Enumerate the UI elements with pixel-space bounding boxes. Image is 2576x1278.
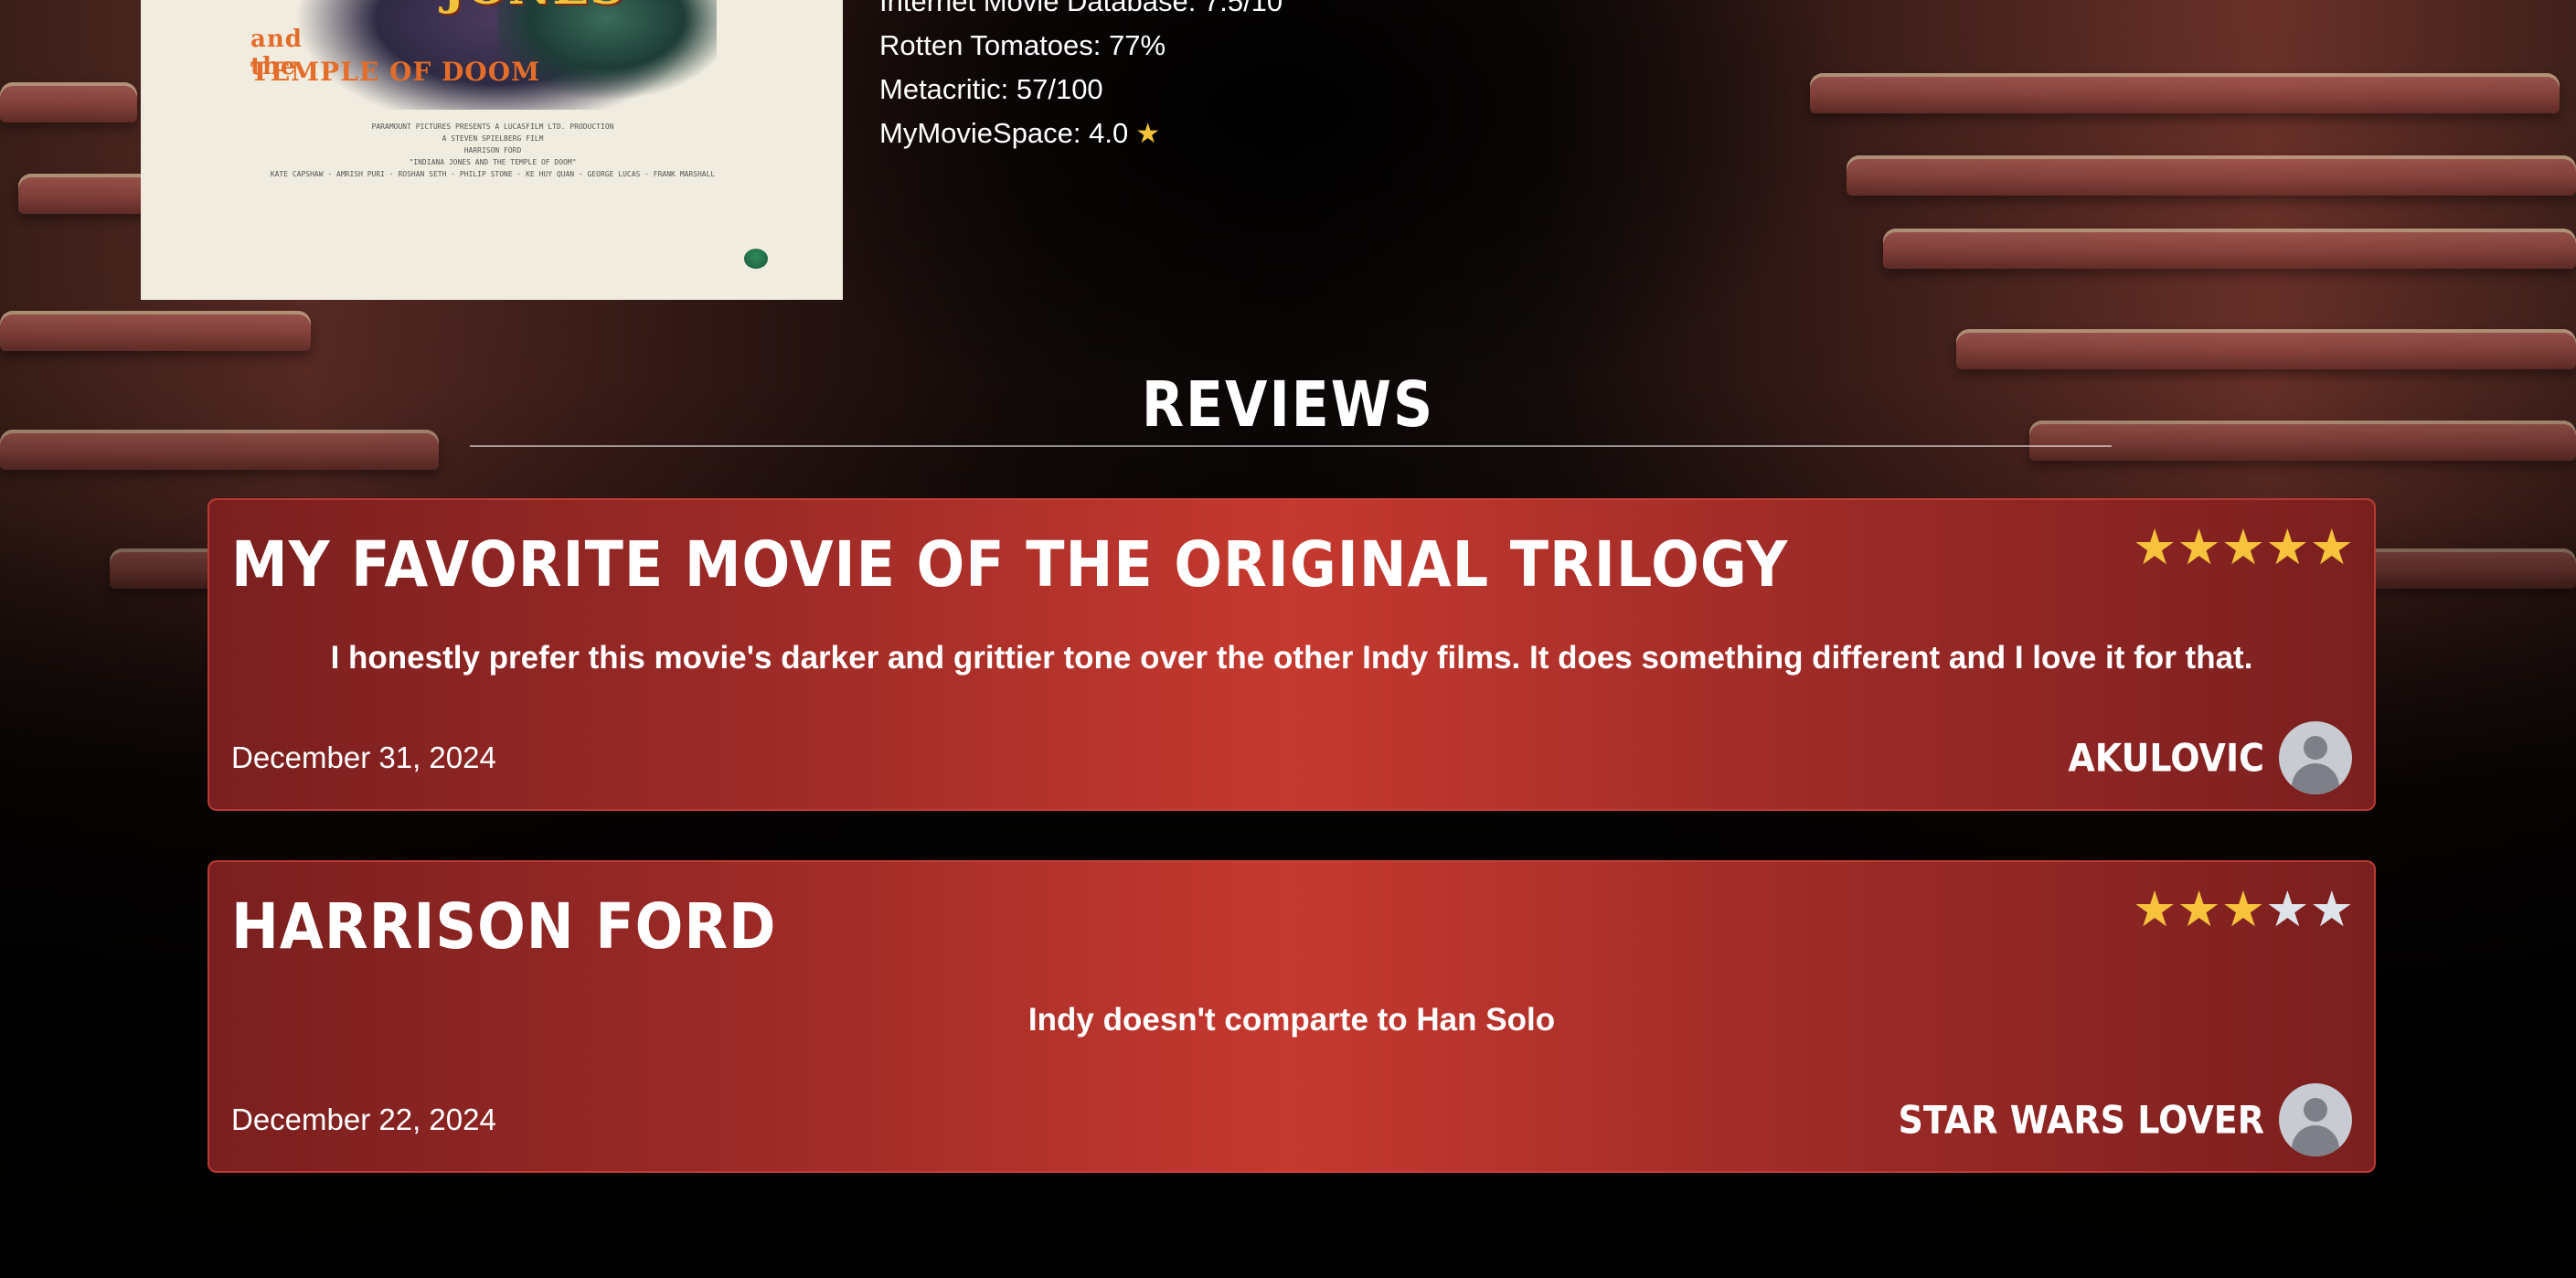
poster-credit-line: "INDIANA JONES AND THE TEMPLE OF DOOM": [409, 158, 577, 166]
star-filled-icon: ★: [2177, 882, 2221, 937]
star-empty-icon: ★: [2265, 882, 2310, 937]
review-body: I honestly prefer this movie's darker an…: [330, 640, 2253, 676]
review-username[interactable]: akulovic: [2068, 736, 2264, 780]
rating-metacritic: Metacritic: 57/100: [879, 73, 1103, 105]
user-avatar-icon[interactable]: [2279, 721, 2352, 794]
studio-logo: [744, 249, 768, 269]
review-title: My Favorite Movie of the Original Trilog…: [231, 527, 1789, 602]
movie-detail-page: JONES and the TEMPLE OF DOOM PARAMOUNT P…: [0, 0, 2576, 1278]
user-avatar-icon[interactable]: [2279, 1083, 2352, 1156]
star-filled-icon: ★: [2132, 882, 2177, 937]
poster-title-word: JONES: [442, 0, 625, 16]
poster-subtitle: TEMPLE OF DOOM: [250, 57, 541, 87]
review-card: My Favorite Movie of the Original Trilog…: [208, 498, 2376, 811]
poster-credit-line: A STEVEN SPIELBERG FILM: [442, 134, 544, 143]
reviews-heading: Reviews: [1141, 367, 1435, 442]
poster-artwork: [223, 0, 772, 110]
review-author[interactable]: akulovic: [2068, 721, 2352, 794]
rating-imdb: Internet Movie Database: 7.5/10: [879, 0, 1283, 17]
review-date: December 22, 2024: [231, 1102, 496, 1136]
review-body: Indy doesn't comparte to Han Solo: [1027, 1002, 1556, 1038]
review-card: Harrison Ford ★★★★★ Indy doesn't compart…: [208, 860, 2376, 1173]
review-star-rating: ★★★★★: [2133, 880, 2354, 938]
star-empty-icon: ★: [2309, 882, 2354, 937]
poster-credit-line: KATE CAPSHAW · AMRISH PURI · ROSHAN SETH…: [270, 170, 716, 178]
star-filled-icon: ★: [2220, 520, 2266, 575]
review-star-rating: ★★★★★: [2133, 518, 2354, 576]
poster-credits: PARAMOUNT PICTURES PRESENTS A LUCASFILM …: [196, 121, 790, 180]
rating-mymoviespace-text: MyMovieSpace: 4.0: [879, 117, 1129, 149]
review-title: Harrison Ford: [231, 889, 777, 964]
star-filled-icon: ★: [2220, 882, 2266, 937]
rating-rotten-tomatoes: Rotten Tomatoes: 77%: [879, 29, 1166, 61]
star-filled-icon: ★: [2265, 520, 2310, 575]
star-filled-icon: ★: [2309, 520, 2354, 575]
star-icon: ★: [1135, 119, 1161, 149]
poster-credit-line: HARRISON FORD: [463, 146, 522, 154]
review-author[interactable]: Star Wars Lover: [1899, 1083, 2352, 1156]
rating-mymoviespace: MyMovieSpace: 4.0 ★: [879, 112, 1283, 156]
reviews-divider: [470, 445, 2112, 447]
review-date: December 31, 2024: [231, 740, 496, 774]
star-filled-icon: ★: [2177, 520, 2221, 575]
star-filled-icon: ★: [2132, 520, 2177, 575]
poster-credit-line: PARAMOUNT PICTURES PRESENTS A LUCASFILM …: [371, 122, 614, 131]
ratings-list: Internet Movie Database: 7.5/10 Rotten T…: [879, 0, 1283, 156]
review-username[interactable]: Star Wars Lover: [1899, 1098, 2264, 1142]
movie-poster: JONES and the TEMPLE OF DOOM PARAMOUNT P…: [141, 0, 843, 300]
